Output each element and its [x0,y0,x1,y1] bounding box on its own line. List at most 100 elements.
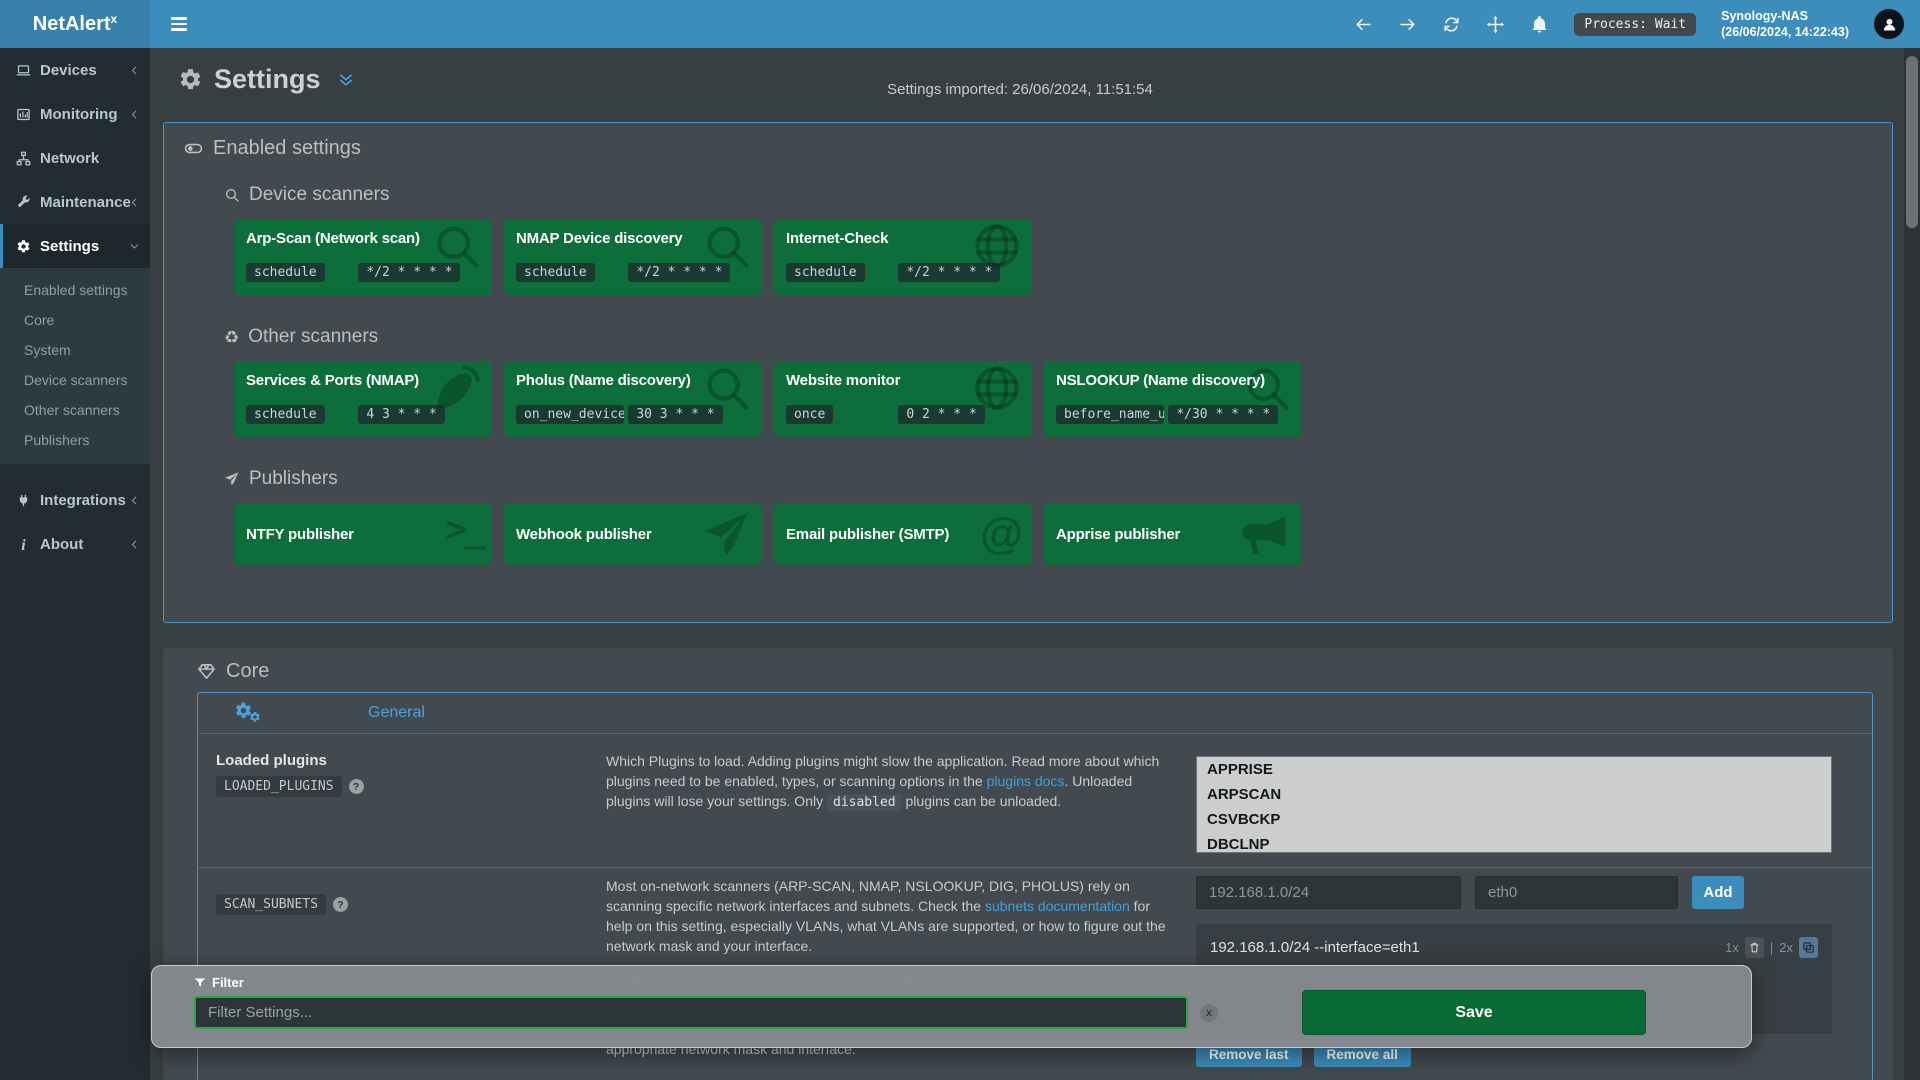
sidebar-item-devices[interactable]: Devices [0,48,150,92]
toggle-icon [184,139,203,158]
group-title: Device scanners [249,184,389,206]
fullscreen-move-button[interactable] [1486,15,1505,34]
save-button[interactable]: Save [1302,990,1646,1035]
plugin-card-pholus[interactable]: Pholus (Name discovery) on_new_device30 … [504,361,762,437]
plugin-card-title: Website monitor [786,372,1020,389]
bullhorn-icon [1241,509,1293,565]
arrow-left-icon [1354,15,1373,34]
submenu-item-enabled-settings[interactable]: Enabled settings [0,275,150,305]
plugin-card-services-ports[interactable]: Services & Ports (NMAP) schedule4 3 * * … [234,361,492,437]
sidebar-item-network[interactable]: Network [0,136,150,180]
add-subnet-button[interactable]: Add [1692,876,1744,909]
plugin-card-arpscan[interactable]: Arp-Scan (Network scan) schedule*/2 * * … [234,219,492,295]
listbox-option[interactable]: APPRISE [1197,757,1831,782]
question-icon[interactable]: ? [333,897,348,912]
submenu-item-system[interactable]: System [0,335,150,365]
plugin-card-nslookup[interactable]: NSLOOKUP (Name discovery) before_name_up… [1044,361,1302,437]
interface-input[interactable] [1475,876,1678,909]
double-chevron-down-icon[interactable] [337,71,355,89]
remove-entry-button[interactable] [1745,937,1764,958]
plugin-card-nmap-discovery[interactable]: NMAP Device discovery schedule*/2 * * * … [504,219,762,295]
gears-tab[interactable] [234,699,264,727]
plugin-card-email-smtp[interactable]: Email publisher (SMTP) @ [774,503,1032,565]
sidebar-item-label: About [40,536,83,553]
gear-icon [16,239,31,254]
tab-general[interactable]: General [368,704,425,722]
sidebar-toggle-button[interactable] [171,17,187,31]
submenu-item-other-scanners[interactable]: Other scanners [0,395,150,425]
submenu-item-publishers[interactable]: Publishers [0,425,150,455]
separator: | [1770,940,1773,955]
terminal-icon: >_ [446,509,483,550]
schedule-type-badge: before_name_updates [1056,405,1164,424]
other-scanner-cards: Services & Ports (NMAP) schedule4 3 * * … [234,361,1892,437]
schedule-type-badge: once [786,405,833,424]
settings-imported-note: Settings imported: 26/06/2024, 11:51:54 [150,81,1890,98]
notifications-button[interactable] [1530,15,1549,34]
plugin-card-apprise[interactable]: Apprise publisher [1044,503,1302,565]
subnet-entry-row: 192.168.1.0/24 --interface=eth1 1x | 2x [1210,937,1818,958]
copy-entry-button[interactable] [1799,937,1818,958]
user-icon [1881,16,1898,33]
setting-label: Loaded plugins [216,750,606,769]
laptop-icon [16,63,31,78]
plugin-card-webhook[interactable]: Webhook publisher [504,503,762,565]
chevron-left-icon [129,109,140,120]
cron-badge: 0 2 * * * [898,405,984,424]
plugins-docs-link[interactable]: plugins docs [987,773,1065,789]
nav-forward-button[interactable] [1398,15,1417,34]
submenu-item-device-scanners[interactable]: Device scanners [0,365,150,395]
sidebar-item-monitoring[interactable]: Monitoring [0,92,150,136]
listbox-option[interactable]: CSVBCKP [1197,807,1831,832]
filter-label: Filter [212,975,244,990]
settings-submenu: Enabled settings Core System Device scan… [0,268,150,464]
plug-icon [16,493,31,508]
chevron-left-icon [129,539,140,550]
navbar: Process: Wait Synology-NAS (26/06/2024, … [150,0,1920,48]
sidebar-item-maintenance[interactable]: Maintenance [0,180,150,224]
schedule-type-badge: schedule [246,263,325,282]
page-title: Settings [214,64,321,95]
duplicate-1x-label: 1x [1725,940,1739,955]
schedule-type-badge: schedule [786,263,865,282]
sidebar-item-about[interactable]: i About [0,522,150,566]
device-timestamp: (26/06/2024, 14:22:43) [1721,24,1849,40]
plugin-card-ntfy[interactable]: NTFY publisher >_ [234,503,492,565]
sidebar-item-label: Settings [40,238,99,255]
loaded-plugins-row: Loaded plugins LOADED_PLUGINS ? Which Pl… [198,734,1872,868]
other-scanners-header: ♻ Other scanners [224,326,1892,348]
question-icon[interactable]: ? [349,779,364,794]
page-title-row: Settings [178,64,355,95]
sidebar-item-settings[interactable]: Settings [0,224,150,268]
brand-logo[interactable]: NetAlertx [0,0,150,48]
submenu-item-core[interactable]: Core [0,305,150,335]
publisher-cards: NTFY publisher >_ Webhook publisher Emai… [234,503,1892,565]
paper-plane-icon [701,509,753,565]
plugin-card-website-monitor[interactable]: Website monitor once 0 2 * * * [774,361,1032,437]
page-scrollbar [1904,48,1920,1080]
gear-icon [178,67,203,92]
plugin-card-title: NSLOOKUP (Name discovery) [1056,372,1290,389]
listbox-option[interactable]: ARPSCAN [1197,782,1831,807]
filter-clear-button[interactable]: x [1200,1004,1218,1022]
plugin-card-internet-check[interactable]: Internet-Check schedule*/2 * * * * [774,219,1032,295]
setting-code-chip: SCAN_SUBNETS [216,894,326,915]
sidebar-item-label: Network [40,150,99,167]
refresh-button[interactable] [1442,15,1461,34]
process-status-badge[interactable]: Process: Wait [1574,13,1696,36]
filter-settings-input[interactable] [194,996,1188,1029]
listbox-option[interactable]: DBCLNP [1197,832,1831,853]
device-scanners-header: Device scanners [224,184,1892,206]
nav-back-button[interactable] [1354,15,1373,34]
funnel-icon [194,977,206,989]
plugin-card-title: Webhook publisher [516,526,652,543]
subnets-documentation-link[interactable]: subnets documentation [985,898,1130,914]
scrollbar-thumb[interactable] [1906,56,1918,228]
plugin-card-title: Pholus (Name discovery) [516,372,750,389]
filter-label-row: Filter [194,975,244,990]
subnet-input[interactable] [1196,876,1461,909]
loaded-plugins-listbox[interactable]: APPRISE ARPSCAN CSVBCKP DBCLNP [1196,756,1832,853]
user-avatar[interactable] [1874,9,1904,39]
plugin-card-title: Email publisher (SMTP) [786,526,949,543]
sidebar-item-integrations[interactable]: Integrations [0,478,150,522]
